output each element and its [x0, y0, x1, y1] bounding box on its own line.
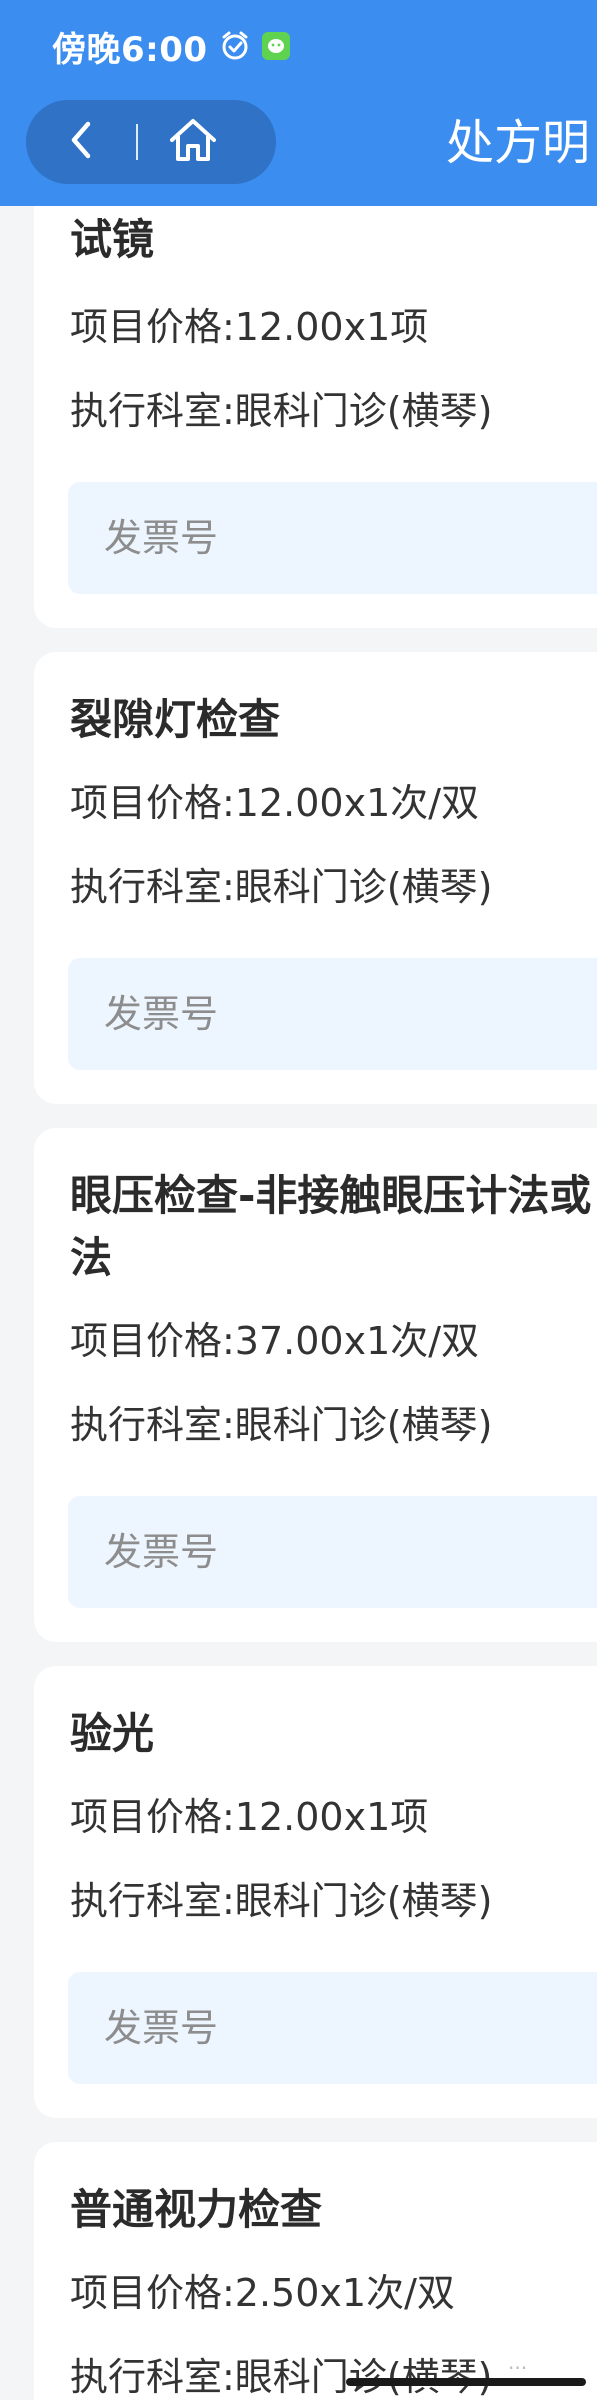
- home-indicator[interactable]: [346, 2378, 586, 2386]
- item-department: 执行科室:眼科门诊(横琴): [70, 1403, 493, 1447]
- prescription-list: 试镜 项目价格:12.00x1项 执行科室:眼科门诊(横琴) 发票号 裂隙灯检查…: [0, 0, 597, 2400]
- prescription-card: 试镜 项目价格:12.00x1项 执行科室:眼科门诊(横琴) 发票号: [34, 150, 597, 628]
- item-name: 裂隙灯检查: [70, 695, 281, 744]
- status-time: 傍晚6:00: [52, 29, 208, 70]
- item-department: 执行科室:眼科门诊(横琴): [70, 389, 493, 433]
- item-price: 项目价格:12.00x1项: [70, 305, 429, 349]
- prescription-card: 裂隙灯检查 项目价格:12.00x1次/双 执行科室:眼科门诊(横琴) 发票号: [34, 652, 597, 1104]
- item-name: 试镜: [70, 215, 155, 264]
- item-name: 验光: [70, 1709, 155, 1758]
- item-price: 项目价格:12.00x1次/双: [70, 781, 480, 825]
- item-name: 眼压检查-非接触眼压计法或: [70, 1171, 592, 1220]
- item-price: 项目价格:37.00x1次/双: [70, 1319, 480, 1363]
- item-department: 执行科室:眼科门诊(横琴): [70, 1879, 493, 1923]
- invoice-number-field[interactable]: 发票号: [68, 958, 597, 1070]
- item-department: 执行科室:眼科门诊(横琴): [70, 865, 493, 909]
- nav-capsule: [26, 100, 276, 184]
- invoice-number-field[interactable]: 发票号: [68, 1972, 597, 2084]
- app-header: 傍晚6:00 处方明: [0, 0, 597, 206]
- status-bar: 傍晚6:00: [0, 0, 597, 92]
- item-department: 执行科室:眼科门诊(横琴): [70, 2355, 493, 2399]
- back-button[interactable]: [26, 100, 136, 184]
- bottom-corner-text: ···: [508, 2356, 528, 2380]
- invoice-number-field[interactable]: 发票号: [68, 1496, 597, 1608]
- wechat-icon: [261, 32, 290, 60]
- item-name: 普通视力检查: [70, 2185, 323, 2234]
- alarm-icon: [218, 29, 252, 63]
- invoice-number-field[interactable]: 发票号: [68, 482, 597, 594]
- item-price: 项目价格:12.00x1项: [70, 1795, 429, 1839]
- prescription-card: 眼压检查-非接触眼压计法或 法 项目价格:37.00x1次/双 执行科室:眼科门…: [34, 1128, 597, 1642]
- back-chevron-icon: [64, 118, 98, 166]
- prescription-card: 验光 项目价格:12.00x1项 执行科室:眼科门诊(横琴) 发票号: [34, 1666, 597, 2118]
- home-button[interactable]: [138, 100, 248, 184]
- item-price: 项目价格:2.50x1次/双: [70, 2271, 455, 2315]
- page-title: 处方明: [446, 115, 591, 171]
- item-name-continued: 法: [70, 1233, 113, 1282]
- home-icon: [167, 116, 219, 168]
